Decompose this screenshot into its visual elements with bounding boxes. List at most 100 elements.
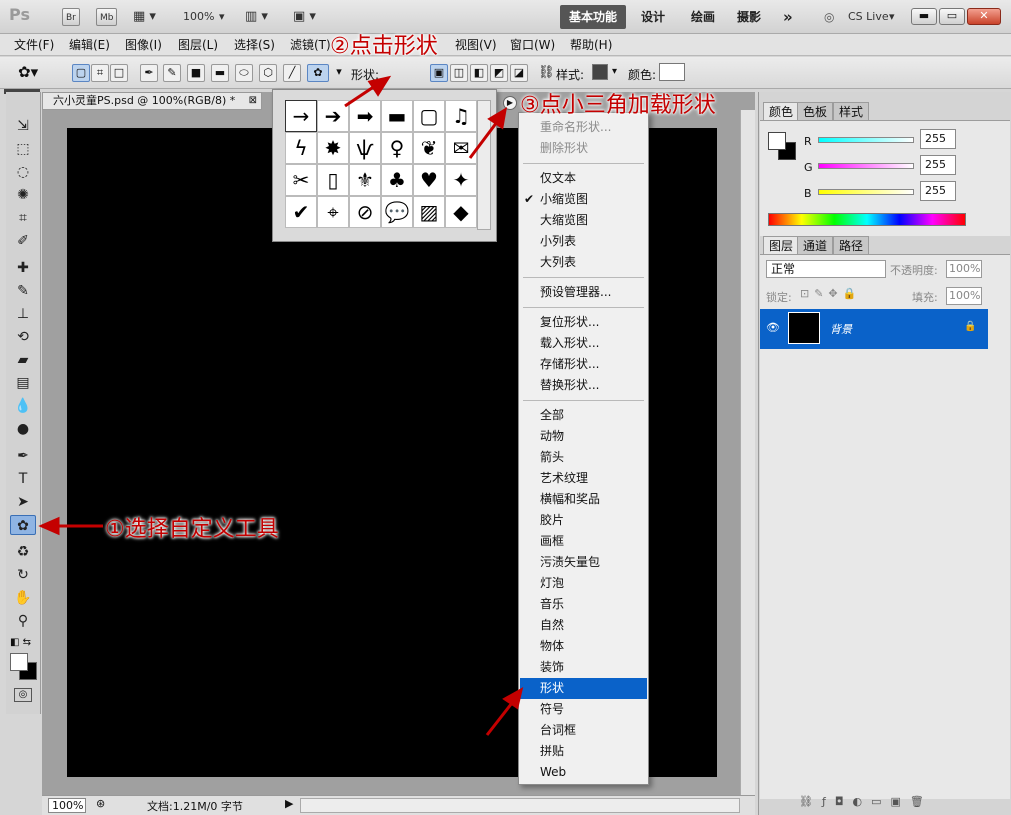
shape-cell[interactable]: ❦ [413,132,445,164]
quick-mask-icon[interactable]: ◎ [14,688,32,702]
menu-library-item[interactable]: 装饰 [520,657,647,678]
document-horizontal-scrollbar[interactable] [300,798,740,813]
arrange-documents-icon[interactable]: ▥ ▾ [245,8,268,26]
tab-channels[interactable]: 通道 [797,236,834,254]
menu-library-item[interactable]: Web [520,762,647,783]
layers-footer-icons[interactable]: ⛓ƒ◘◐▭▣🗑 [799,795,933,808]
cs-live-button[interactable]: CS Live [848,8,889,26]
menu-layer[interactable]: 图层(L) [178,37,218,53]
screen-mode-icon[interactable]: ▣ ▾ [293,8,316,26]
picker-menu-triangle-icon[interactable]: ▶ [503,96,517,110]
shape-cell[interactable]: ✂ [285,164,317,196]
layer-name[interactable]: 背景 [830,321,852,337]
path-select-tool-icon[interactable]: ➤ [10,492,36,512]
subtract-mode-icon[interactable]: ◧ [470,64,488,82]
shape-cell[interactable]: ⊘ [349,196,381,228]
zoom-dropdown-icon[interactable]: ▾ [219,8,225,26]
lasso-tool-icon[interactable]: ◌ [10,162,36,182]
menu-file[interactable]: 文件(F) [14,37,54,53]
intersect-mode-icon[interactable]: ◩ [490,64,508,82]
b-value[interactable]: 255 [920,181,956,201]
menu-library-item[interactable]: 自然 [520,615,647,636]
3d-rotate-tool-icon[interactable]: ♻ [10,542,36,562]
bridge-button[interactable]: Br [62,8,80,26]
polygon-icon[interactable]: ⬡ [259,64,277,82]
fill-value[interactable]: 100% [946,287,982,305]
panel-foreground-swatch[interactable] [768,132,786,150]
g-slider[interactable] [818,163,914,169]
hand-tool-icon[interactable]: ✋ [10,588,36,608]
shape-cell[interactable]: ѱ [349,132,381,164]
menu-small-list[interactable]: 小列表 [520,231,647,252]
shape-cell[interactable]: ♥ [413,164,445,196]
menu-library-item[interactable]: 横幅和奖品 [520,489,647,510]
menu-library-item[interactable]: 音乐 [520,594,647,615]
menu-small-thumbnail[interactable]: 小缩览图 [520,189,647,210]
menu-image[interactable]: 图像(I) [125,37,162,53]
menu-help[interactable]: 帮助(H) [570,37,612,53]
custom-shape-tool-icon[interactable]: ✿ [10,515,36,535]
brush-tool-icon[interactable]: ✎ [10,281,36,301]
shape-picker-scrollbar[interactable] [477,100,491,230]
paths-icon[interactable]: ⌗ [91,64,109,82]
shape-cell[interactable]: ▬ [381,100,413,132]
shape-cell[interactable]: → [285,100,317,132]
style-swatch[interactable] [592,64,608,80]
shape-cell[interactable]: ✉ [445,132,477,164]
exclude-mode-icon[interactable]: ◪ [510,64,528,82]
more-workspaces-button[interactable]: » [774,5,802,29]
menu-library-item[interactable]: 灯泡 [520,573,647,594]
workspace-essentials[interactable]: 基本功能 [560,5,627,29]
r-slider[interactable] [818,137,914,143]
menu-select[interactable]: 选择(S) [234,37,275,53]
new-layer-mode-icon[interactable]: ▣ [430,64,448,82]
close-document-icon[interactable]: ⊠ [249,93,257,109]
type-tool-icon[interactable]: T [10,469,36,489]
shape-cell[interactable]: ⚜ [349,164,381,196]
tab-color[interactable]: 颜色 [763,102,800,120]
lock-icons[interactable]: ⊡✎✥🔒 [800,287,861,300]
eraser-tool-icon[interactable]: ▰ [10,350,36,370]
close-button[interactable]: ✕ [967,8,1001,25]
quick-select-tool-icon[interactable]: ✺ [10,185,36,205]
visibility-eye-icon[interactable]: 👁 [766,321,780,334]
gradient-tool-icon[interactable]: ▤ [10,373,36,393]
pen-icon[interactable]: ✒ [140,64,158,82]
menu-reset-shapes[interactable]: 复位形状... [520,312,647,333]
opacity-value[interactable]: 100% [946,260,982,278]
shape-layers-icon[interactable]: ▢ [72,64,90,82]
menu-library-item[interactable]: 画框 [520,531,647,552]
menu-library-item[interactable]: 拼贴 [520,741,647,762]
status-menu-arrow-icon[interactable]: ▶ [285,797,293,810]
eyedropper-tool-icon[interactable]: ✐ [10,231,36,251]
menu-library-item[interactable]: 污渍矢量包 [520,552,647,573]
shape-cell[interactable]: ▨ [413,196,445,228]
cs-live-dropdown-icon[interactable]: ▾ [889,8,895,26]
shape-cell[interactable]: ➔ [317,100,349,132]
dodge-tool-icon[interactable]: ● [10,419,36,439]
shape-cell[interactable]: ▯ [317,164,349,196]
clone-stamp-tool-icon[interactable]: ⊥ [10,304,36,324]
menu-library-item[interactable]: 全部 [520,405,647,426]
menu-large-thumbnail[interactable]: 大缩览图 [520,210,647,231]
shape-cell[interactable]: ✦ [445,164,477,196]
workspace-painting[interactable]: 绘画 [682,5,724,29]
menu-text-only[interactable]: 仅文本 [520,168,647,189]
move-tool-icon[interactable]: ⇲ [10,116,36,136]
history-brush-tool-icon[interactable]: ⟲ [10,327,36,347]
g-value[interactable]: 255 [920,155,956,175]
menu-filter[interactable]: 滤镜(T) [290,37,331,53]
menu-load-shapes[interactable]: 载入形状... [520,333,647,354]
workspace-design[interactable]: 设计 [632,5,674,29]
zoom-field[interactable]: 100% [48,798,86,813]
crop-tool-icon[interactable]: ⌗ [10,208,36,228]
shape-cell[interactable]: 💬 [381,196,413,228]
shape-cell[interactable]: ♀ [381,132,413,164]
menu-library-item[interactable]: 艺术纹理 [520,468,647,489]
shape-cell[interactable]: ⌖ [317,196,349,228]
rectangle-icon[interactable]: ■ [187,64,205,82]
menu-library-item[interactable]: 符号 [520,699,647,720]
menu-preset-manager[interactable]: 预设管理器... [520,282,647,303]
shape-cell[interactable]: ✔ [285,196,317,228]
healing-brush-tool-icon[interactable]: ✚ [10,258,36,278]
